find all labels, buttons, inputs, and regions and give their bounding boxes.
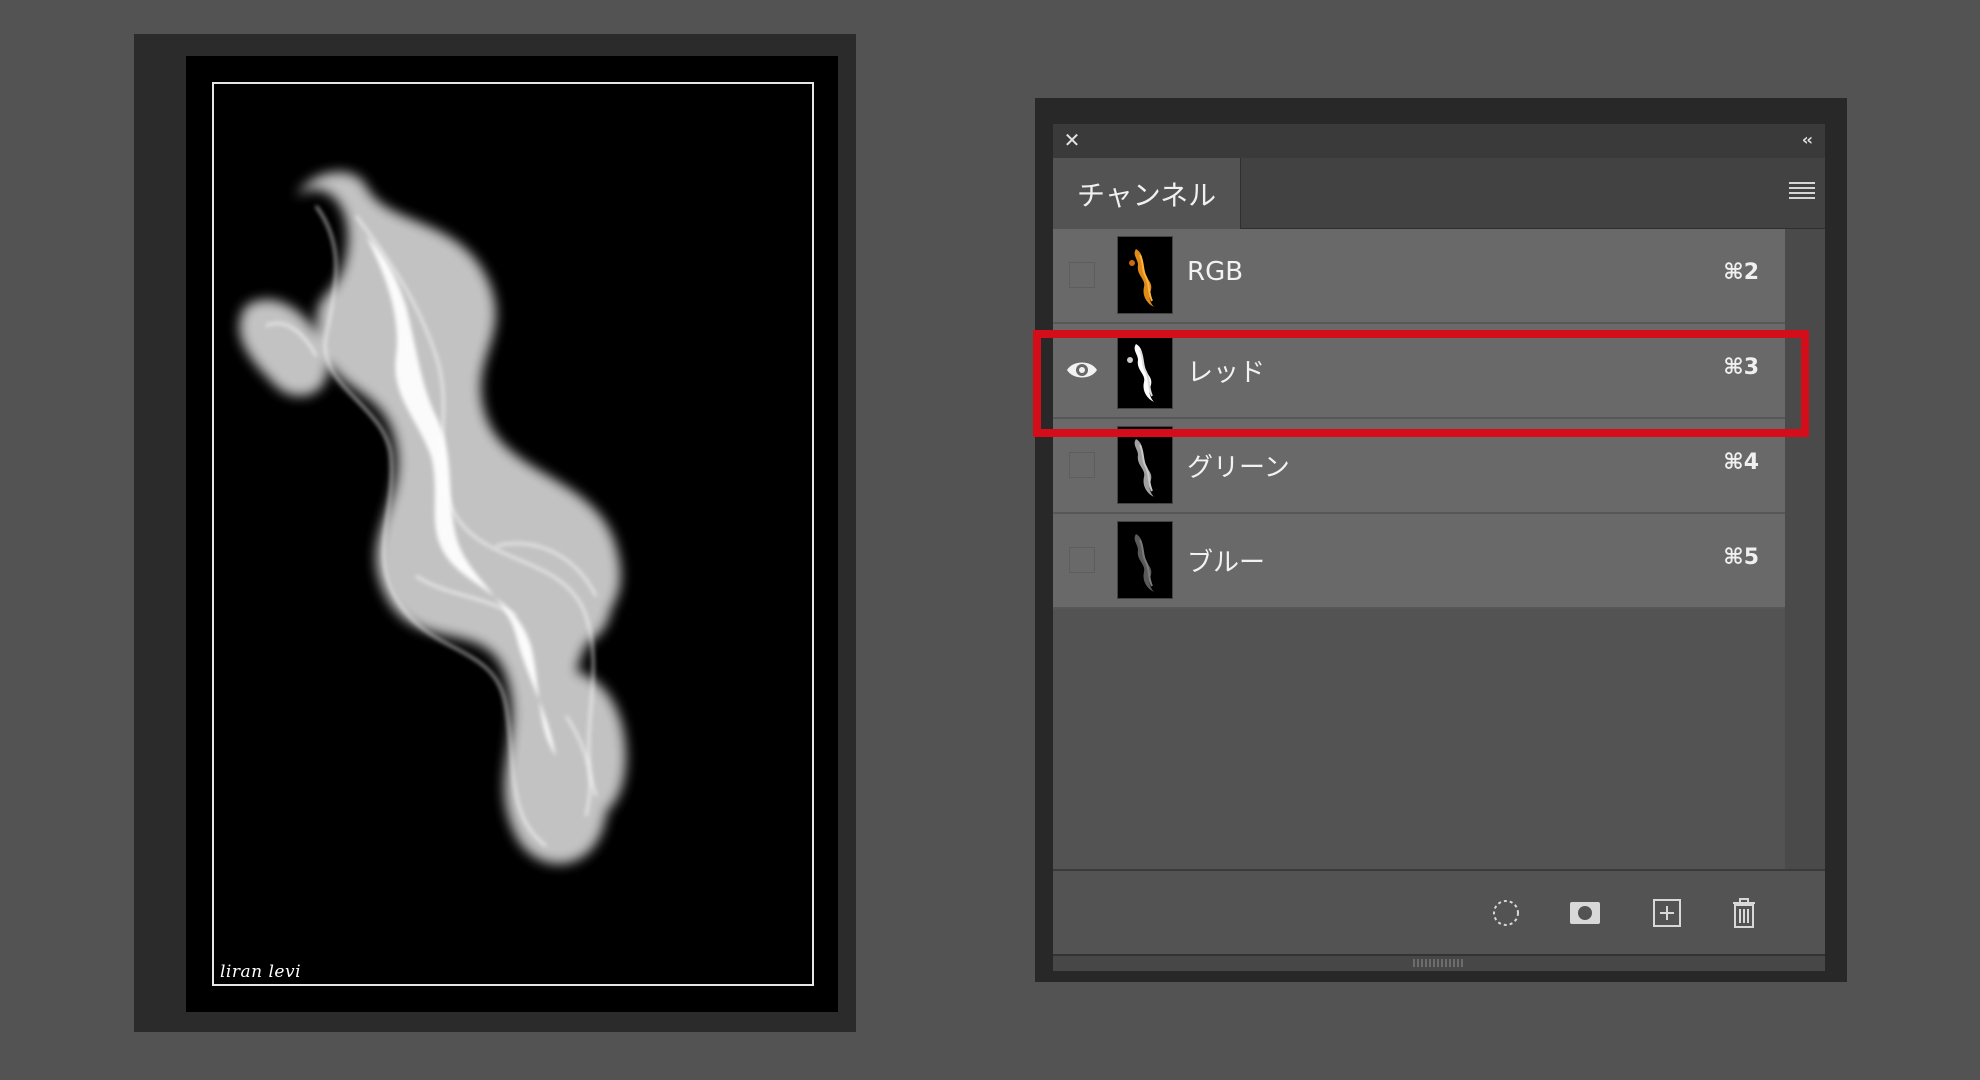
tab-channels[interactable]: チャンネル: [1053, 158, 1241, 229]
channel-name: グリーン: [1187, 453, 1290, 483]
hamburger-menu-icon[interactable]: [1789, 182, 1815, 202]
channel-shortcut: ⌘4: [1723, 450, 1759, 475]
load-channel-as-selection-icon[interactable]: [1486, 893, 1526, 933]
visibility-toggle[interactable]: [1069, 452, 1095, 478]
channel-shortcut: ⌘5: [1723, 545, 1759, 570]
tab-channels-label: チャンネル: [1077, 179, 1217, 212]
channel-thumbnail-blue: [1117, 521, 1173, 599]
channel-row-rgb[interactable]: RGB ⌘2: [1053, 229, 1785, 324]
document-canvas[interactable]: liran levi: [134, 34, 856, 1032]
channel-thumbnail-rgb: [1117, 236, 1173, 314]
new-channel-icon[interactable]: [1647, 893, 1687, 933]
visibility-toggle[interactable]: [1069, 262, 1095, 288]
delete-channel-icon[interactable]: [1724, 893, 1764, 933]
channel-name: ブルー: [1187, 548, 1266, 578]
channel-row-blue[interactable]: ブルー ⌘5: [1053, 514, 1785, 609]
signature-text: liran levi: [220, 962, 302, 982]
scrollbar[interactable]: [1785, 229, 1825, 869]
close-icon[interactable]: ✕: [1061, 128, 1083, 152]
panel-tab-strip: チャンネル: [1053, 158, 1825, 229]
panel-resize-handle[interactable]: [1053, 954, 1825, 971]
channels-panel-container: ✕ ‹‹ チャンネル RGB ⌘2 レッド ⌘3 グリーン ⌘4 ブルー ⌘5: [1035, 98, 1847, 982]
channel-thumbnail-green: [1117, 426, 1173, 504]
channel-name: RGB: [1187, 257, 1244, 287]
channel-list: RGB ⌘2 レッド ⌘3 グリーン ⌘4 ブルー ⌘5: [1053, 229, 1825, 869]
panel-footer: [1053, 869, 1825, 956]
highlight-box: [1033, 330, 1809, 437]
grip-icon: [1413, 959, 1465, 967]
channel-shortcut: ⌘2: [1723, 260, 1759, 285]
document-border: [212, 82, 814, 986]
channels-panel: ✕ ‹‹ チャンネル RGB ⌘2 レッド ⌘3 グリーン ⌘4 ブルー ⌘5: [1053, 124, 1825, 971]
panel-title-bar[interactable]: ✕ ‹‹: [1053, 124, 1825, 158]
visibility-toggle[interactable]: [1069, 547, 1095, 573]
document-image: liran levi: [186, 56, 838, 1012]
save-selection-as-channel-icon[interactable]: [1565, 893, 1605, 933]
double-chevron-left-icon[interactable]: ‹‹: [1802, 128, 1813, 152]
